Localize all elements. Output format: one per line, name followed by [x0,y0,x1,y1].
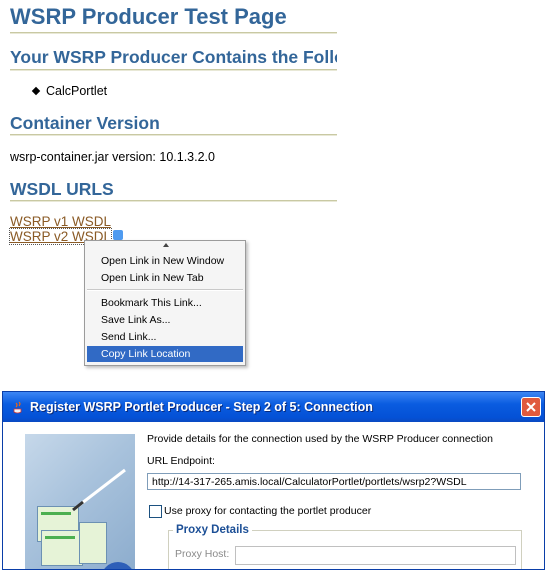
magic-wand-icon [72,468,126,512]
section-divider [10,200,337,202]
proxy-details-title: Proxy Details [173,524,252,536]
url-endpoint-input[interactable]: http://14-317-265.amis.local/CalculatorP… [147,473,521,490]
page-title: WSRP Producer Test Page [10,4,287,29]
wizard-illustration [25,434,135,569]
menu-scroll-up-icon [163,243,169,247]
use-proxy-checkbox[interactable] [149,505,162,518]
document-graphic [45,536,75,539]
dialog-body: Provide details for the connection used … [3,422,544,569]
cursor-indicator-icon [113,230,123,240]
bullet-icon [31,86,41,96]
menu-item-bookmark-link[interactable]: Bookmark This Link... [87,295,243,311]
dialog-description: Provide details for the connection used … [147,433,493,445]
dialog-title: Register WSRP Portlet Producer - Step 2 … [30,400,373,414]
dialog-titlebar[interactable]: Register WSRP Portlet Producer - Step 2 … [3,392,544,422]
container-version-text: wsrp-container.jar version: 10.1.3.2.0 [10,150,215,164]
menu-item-open-new-tab[interactable]: Open Link in New Tab [87,270,243,286]
section-divider [10,69,337,71]
wsdl-urls-heading: WSDL URLS [10,179,114,199]
document-graphic [79,522,107,564]
use-proxy-label: Use proxy for contacting the portlet pro… [164,505,372,517]
menu-item-send-link[interactable]: Send Link... [87,329,243,345]
section-divider [10,134,337,136]
menu-item-open-new-window[interactable]: Open Link in New Window [87,253,243,269]
menu-item-save-link-as[interactable]: Save Link As... [87,312,243,328]
portlet-list-item: CalcPortlet [46,84,108,98]
container-version-heading: Container Version [10,113,160,133]
close-icon [526,402,536,412]
producer-contents-heading: Your WSRP Producer Contains the Follo [10,47,337,67]
proxy-host-label: Proxy Host: [175,548,230,560]
link-context-menu: Open Link in New Window Open Link in New… [84,240,246,366]
browser-page: WSRP Producer Test Page Your WSRP Produc… [0,0,559,390]
register-wsrp-dialog: Register WSRP Portlet Producer - Step 2 … [2,391,545,570]
java-cup-icon [13,401,22,414]
title-divider [10,32,337,34]
url-endpoint-label: URL Endpoint: [147,455,215,467]
menu-separator [87,289,243,291]
proxy-host-input[interactable] [235,546,516,565]
close-button[interactable] [521,397,541,417]
wsrp-v1-wsdl-link[interactable]: WSRP v1 WSDL [10,214,111,229]
menu-item-copy-link-location[interactable]: Copy Link Location [87,346,243,362]
